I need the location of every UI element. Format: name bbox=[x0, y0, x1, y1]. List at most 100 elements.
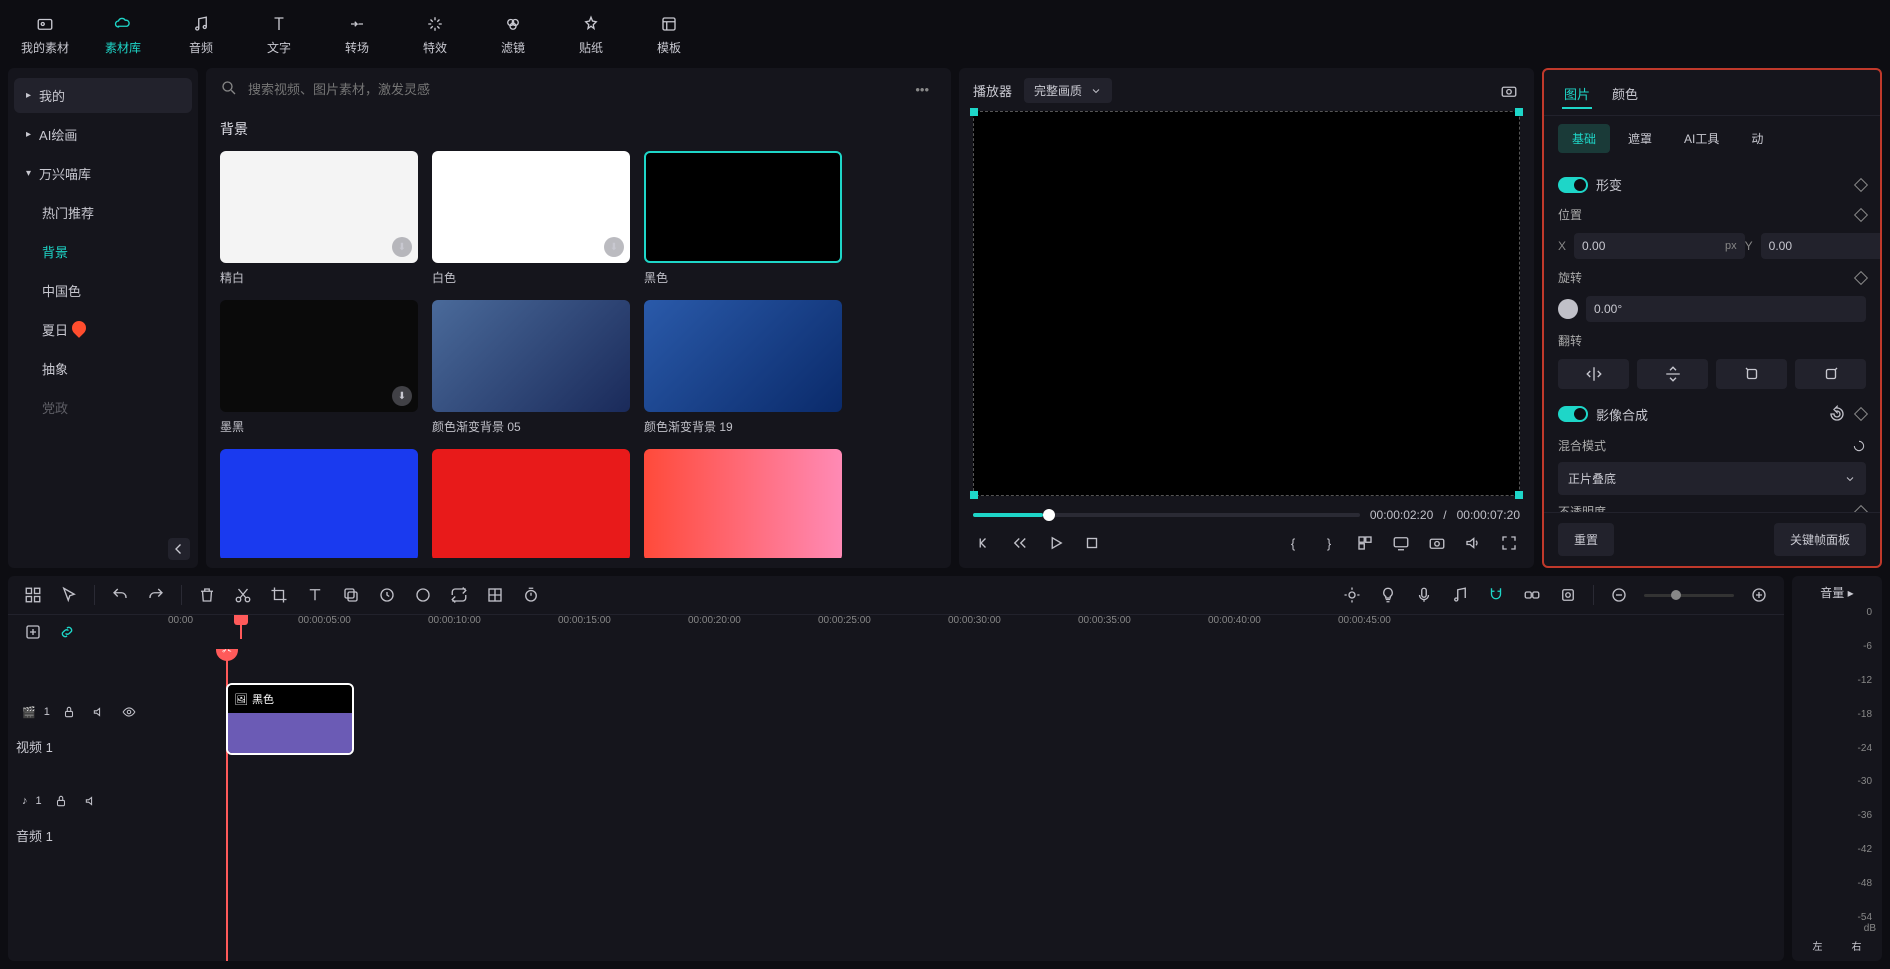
resize-handle[interactable] bbox=[1515, 108, 1523, 116]
flip-h-button[interactable] bbox=[1558, 359, 1629, 389]
mic-button[interactable] bbox=[1413, 584, 1435, 606]
cut-button[interactable] bbox=[232, 584, 254, 606]
track-body[interactable]: ✂ 🖼黑色 bbox=[168, 649, 1784, 961]
cat-ai[interactable]: AI绘画 bbox=[14, 117, 192, 152]
zoom-in-button[interactable] bbox=[1748, 584, 1770, 606]
resize-handle[interactable] bbox=[970, 108, 978, 116]
lock-icon[interactable] bbox=[50, 790, 72, 812]
crop-button[interactable] bbox=[268, 584, 290, 606]
transform-toggle[interactable] bbox=[1558, 177, 1588, 193]
flip-v-button[interactable] bbox=[1637, 359, 1708, 389]
display-button[interactable] bbox=[1390, 532, 1412, 554]
rotate-knob[interactable] bbox=[1558, 299, 1578, 319]
camera-button[interactable] bbox=[1426, 532, 1448, 554]
nav-filters[interactable]: 滤镜 bbox=[478, 6, 548, 62]
nav-templates[interactable]: 模板 bbox=[634, 6, 704, 62]
sub-abstract[interactable]: 抽象 bbox=[14, 351, 192, 386]
video-track-header[interactable]: 🎬1 bbox=[16, 695, 160, 729]
keyframe-icon[interactable] bbox=[1854, 270, 1868, 284]
subtab-mask[interactable]: 遮罩 bbox=[1614, 124, 1666, 153]
link-button[interactable] bbox=[56, 621, 78, 643]
timer-button[interactable] bbox=[520, 584, 542, 606]
search-more-button[interactable]: ••• bbox=[907, 78, 937, 101]
rotate-ccw-button[interactable] bbox=[1716, 359, 1787, 389]
redo-button[interactable] bbox=[145, 584, 167, 606]
clip[interactable]: 🖼黑色 bbox=[226, 683, 354, 755]
delete-button[interactable] bbox=[196, 584, 218, 606]
nav-library[interactable]: 素材库 bbox=[88, 6, 158, 62]
blend-mode-select[interactable]: 正片叠底 bbox=[1558, 462, 1866, 495]
sub-summer[interactable]: 夏日 bbox=[14, 312, 192, 347]
reset-button[interactable]: 重置 bbox=[1558, 523, 1614, 556]
composite-toggle[interactable] bbox=[1558, 406, 1588, 422]
lock-icon[interactable] bbox=[58, 701, 80, 723]
tab-color[interactable]: 颜色 bbox=[1610, 80, 1640, 109]
zoom-slider[interactable] bbox=[1644, 594, 1734, 597]
text-tool-button[interactable] bbox=[304, 584, 326, 606]
subtab-basic[interactable]: 基础 bbox=[1558, 124, 1610, 153]
audio-track-header[interactable]: ♪1 bbox=[16, 784, 160, 818]
keyframe-icon[interactable] bbox=[1854, 177, 1868, 191]
playhead[interactable] bbox=[240, 615, 242, 639]
copy-button[interactable] bbox=[340, 584, 362, 606]
eye-icon[interactable] bbox=[118, 701, 140, 723]
timeline-ruler[interactable]: 00:0000:00:05:0000:00:10:0000:00:15:0000… bbox=[168, 615, 1784, 639]
magnet-button[interactable] bbox=[1485, 584, 1507, 606]
pos-x-input[interactable] bbox=[1574, 233, 1745, 259]
play-button[interactable] bbox=[1045, 532, 1067, 554]
asset-tile-gradient-19[interactable] bbox=[644, 300, 842, 412]
nav-text[interactable]: 文字 bbox=[244, 6, 314, 62]
nav-effects[interactable]: 特效 bbox=[400, 6, 470, 62]
pos-y-input[interactable] bbox=[1761, 233, 1880, 259]
asset-tile-red[interactable] bbox=[432, 449, 630, 558]
nav-my-assets[interactable]: 我的素材 bbox=[10, 6, 80, 62]
bracket-in-button[interactable]: { bbox=[1282, 532, 1304, 554]
chevron-right-icon[interactable]: ▸ bbox=[1848, 586, 1854, 600]
nav-audio[interactable]: 音频 bbox=[166, 6, 236, 62]
link-tool[interactable] bbox=[1521, 584, 1543, 606]
asset-tile-red-pink[interactable] bbox=[644, 449, 842, 558]
subtab-anim[interactable]: 动 bbox=[1737, 124, 1777, 153]
prev-frame-button[interactable] bbox=[973, 532, 995, 554]
rotate-cw-button[interactable] bbox=[1795, 359, 1866, 389]
layout-button[interactable] bbox=[22, 584, 44, 606]
bulb-button[interactable] bbox=[1377, 584, 1399, 606]
nav-transition[interactable]: 转场 bbox=[322, 6, 392, 62]
zoom-out-button[interactable] bbox=[1608, 584, 1630, 606]
asset-tile-blue[interactable] bbox=[220, 449, 418, 558]
keyframe-icon[interactable] bbox=[1854, 504, 1868, 512]
collapse-sidebar-button[interactable] bbox=[168, 538, 190, 560]
bracket-out-button[interactable]: } bbox=[1318, 532, 1340, 554]
resize-handle[interactable] bbox=[1515, 491, 1523, 499]
track-add-button[interactable] bbox=[22, 621, 44, 643]
sparkle-tool[interactable] bbox=[1341, 584, 1363, 606]
fullscreen-button[interactable] bbox=[1498, 532, 1520, 554]
color-button[interactable] bbox=[412, 584, 434, 606]
asset-tile-black[interactable] bbox=[644, 151, 842, 263]
stop-button[interactable] bbox=[1081, 532, 1103, 554]
sub-more[interactable]: 党政 bbox=[14, 390, 192, 425]
resize-handle[interactable] bbox=[970, 491, 978, 499]
sub-background[interactable]: 背景 bbox=[14, 234, 192, 269]
loop-button[interactable] bbox=[448, 584, 470, 606]
progress-bar[interactable] bbox=[973, 513, 1360, 517]
volume-button[interactable] bbox=[1462, 532, 1484, 554]
sub-hot[interactable]: 热门推荐 bbox=[14, 195, 192, 230]
asset-tile-white[interactable]: ⬇ bbox=[432, 151, 630, 263]
pointer-button[interactable] bbox=[58, 584, 80, 606]
marker-tool[interactable] bbox=[1557, 584, 1579, 606]
keyframe-icon[interactable] bbox=[1854, 207, 1868, 221]
asset-tile-ink-black[interactable]: ⬇ bbox=[220, 300, 418, 412]
keyframe-icon[interactable] bbox=[1854, 407, 1868, 421]
undo-button[interactable] bbox=[109, 584, 131, 606]
asset-tile-gradient-05[interactable] bbox=[432, 300, 630, 412]
search-input[interactable] bbox=[248, 82, 897, 97]
mute-icon[interactable] bbox=[80, 790, 102, 812]
tab-image[interactable]: 图片 bbox=[1562, 80, 1592, 109]
marker-button[interactable] bbox=[1354, 532, 1376, 554]
reset-icon[interactable] bbox=[1852, 439, 1866, 453]
step-back-button[interactable] bbox=[1009, 532, 1031, 554]
keyframe-panel-button[interactable]: 关键帧面板 bbox=[1774, 523, 1866, 556]
snapshot-icon[interactable] bbox=[1498, 80, 1520, 102]
quality-select[interactable]: 完整画质 bbox=[1024, 78, 1112, 103]
